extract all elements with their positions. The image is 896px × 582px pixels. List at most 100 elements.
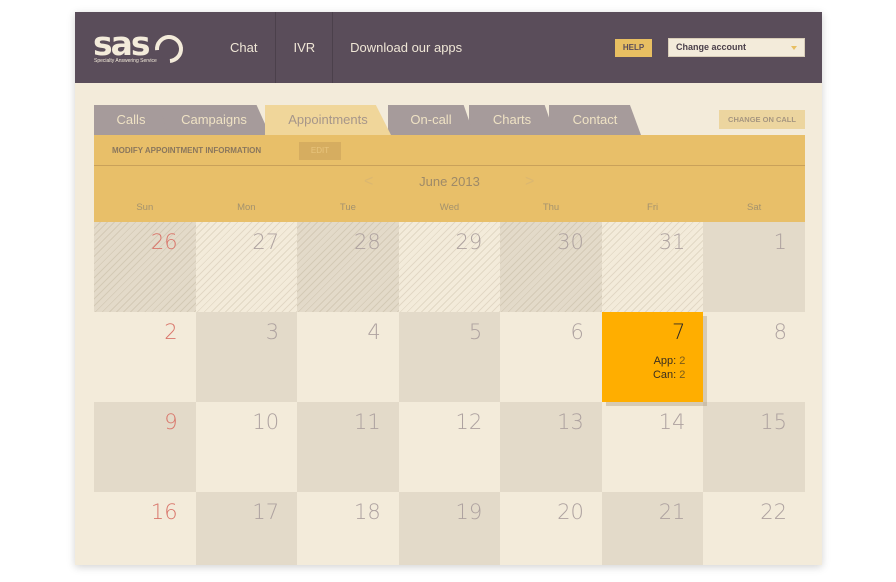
day-number: 20 <box>557 500 584 524</box>
month-title: June 2013 <box>419 174 480 189</box>
nav-ivr[interactable]: IVR <box>276 12 334 83</box>
prev-month-icon[interactable]: < <box>364 172 373 192</box>
day-number: 1 <box>773 230 787 254</box>
calendar-day[interactable]: 20 <box>500 492 602 565</box>
top-bar: sas Specialty Answering Service Chat IVR… <box>75 12 822 83</box>
next-month-icon[interactable]: > <box>525 172 534 192</box>
calendar-day[interactable]: 12 <box>398 402 501 492</box>
calendar-day[interactable]: 17 <box>195 492 298 565</box>
day-number: 19 <box>455 500 483 524</box>
weekday-wed: Wed <box>439 202 460 213</box>
tab-calls[interactable]: Calls <box>94 105 168 135</box>
day-number: 4 <box>367 320 381 344</box>
calendar-day[interactable]: 19 <box>398 492 501 565</box>
calendar-day[interactable]: 13 <box>500 402 602 492</box>
tab-calls-label: Calls <box>116 112 146 127</box>
day-number: 11 <box>353 410 381 434</box>
day-number: 10 <box>252 410 280 434</box>
day-number: 31 <box>658 230 686 254</box>
calendar-day[interactable]: 4 <box>297 312 399 402</box>
calendar-day[interactable]: 3 <box>195 312 298 402</box>
calendar-day[interactable]: 16 <box>94 492 196 565</box>
calendar-day[interactable]: 1 <box>703 222 805 312</box>
day-number: 22 <box>760 500 787 524</box>
nav-chat[interactable]: Chat <box>215 12 277 83</box>
tab-on-call-label: On-call <box>410 112 452 127</box>
nav-download-apps[interactable]: Download our apps <box>333 12 479 83</box>
cancellations-count: Can: 2 <box>653 368 685 382</box>
logo-tagline: Specialty Answering Service <box>94 58 157 64</box>
modify-appointment-label: MODIFY APPOINTMENT INFORMATION <box>112 146 262 155</box>
day-number: 18 <box>353 500 381 524</box>
help-button[interactable]: HELP <box>615 39 652 57</box>
tab-appointments[interactable]: Appointments <box>265 105 391 135</box>
can-label: Can: <box>652 369 677 381</box>
calendar-day[interactable]: 10 <box>195 402 298 492</box>
weekday-fri: Fri <box>647 202 659 213</box>
day-number: 3 <box>265 320 280 344</box>
day-number: 30 <box>557 230 584 254</box>
calendar-day[interactable]: 29 <box>398 222 501 312</box>
calendar-day[interactable]: 31 <box>601 222 704 312</box>
can-value: 2 <box>679 369 686 381</box>
calendar-day[interactable]: 2 <box>94 312 196 402</box>
tab-charts[interactable]: Charts <box>469 105 555 135</box>
day-number: 8 <box>773 320 787 344</box>
calendar-day[interactable]: 5 <box>398 312 501 402</box>
app-window: sas Specialty Answering Service Chat IVR… <box>75 12 822 565</box>
calendar-day[interactable]: 6 <box>500 312 602 402</box>
day-number: 9 <box>164 410 178 434</box>
day-number: 26 <box>150 230 178 254</box>
weekday-thu: Thu <box>542 202 560 213</box>
calendar-day[interactable]: 30 <box>500 222 602 312</box>
day-summary: App: 2 Can: 2 <box>653 354 685 382</box>
calendar-day[interactable]: 18 <box>297 492 399 565</box>
day-number: 5 <box>468 320 483 344</box>
weekday-header: Sun Mon Tue Wed Thu Fri Sat <box>94 202 805 213</box>
day-number: 13 <box>557 410 584 434</box>
day-number: 6 <box>570 320 584 344</box>
calendar-day[interactable]: 11 <box>297 402 399 492</box>
calendar-day[interactable]: 15 <box>703 402 805 492</box>
tab-contact[interactable]: Contact <box>549 105 641 135</box>
tab-on-call[interactable]: On-call <box>388 105 474 135</box>
weekday-tue: Tue <box>339 202 356 213</box>
day-number: 17 <box>252 500 280 524</box>
day-number: 16 <box>150 500 178 524</box>
weekday-mon: Mon <box>237 202 256 213</box>
weekday-sat: Sat <box>747 202 762 213</box>
day-number: 12 <box>455 410 483 434</box>
change-account-select[interactable]: Change account <box>668 38 805 57</box>
calendar-day[interactable]: 27 <box>195 222 298 312</box>
app-value: 2 <box>679 355 686 367</box>
tab-campaigns[interactable]: Campaigns <box>158 105 270 135</box>
day-number: 27 <box>252 230 280 254</box>
calendar-day[interactable]: 22 <box>703 492 805 565</box>
appointments-count: App: 2 <box>653 354 686 368</box>
day-number: 15 <box>760 410 787 434</box>
change-on-call-button[interactable]: CHANGE ON CALL <box>719 110 805 129</box>
month-navigation: June 2013 < > <box>94 172 805 192</box>
calendar-day[interactable]: 28 <box>297 222 399 312</box>
day-number: 29 <box>455 230 483 254</box>
panel-divider <box>94 165 805 166</box>
main-nav: Chat IVR Download our apps <box>215 12 479 83</box>
day-number: 2 <box>164 320 178 344</box>
tab-appointments-label: Appointments <box>288 112 368 127</box>
appointments-panel: MODIFY APPOINTMENT INFORMATION EDIT June… <box>94 135 805 222</box>
change-account-value: Change account <box>676 42 747 52</box>
edit-button[interactable]: EDIT <box>299 142 341 160</box>
chevron-down-icon <box>791 46 797 50</box>
tab-charts-label: Charts <box>492 112 532 127</box>
calendar-day[interactable]: 9 <box>94 402 196 492</box>
sas-logo[interactable]: sas Specialty Answering Service <box>93 24 189 69</box>
day-number: 7 <box>672 320 686 344</box>
calendar-day[interactable]: 26 <box>94 222 196 312</box>
calendar-day[interactable]: 21 <box>601 492 704 565</box>
calendar-grid: 26 27 28 29 30 31 1 2 3 4 5 6 7 App: 2 Can: 2 8 9 10 11 12 1… <box>94 222 805 565</box>
calendar-day[interactable]: 8 <box>703 312 805 402</box>
tab-contact-label: Contact <box>572 112 618 127</box>
calendar-day[interactable]: 14 <box>601 402 704 492</box>
tab-campaigns-label: Campaigns <box>181 112 247 127</box>
calendar-day-today[interactable]: 7 App: 2 Can: 2 <box>601 312 704 402</box>
